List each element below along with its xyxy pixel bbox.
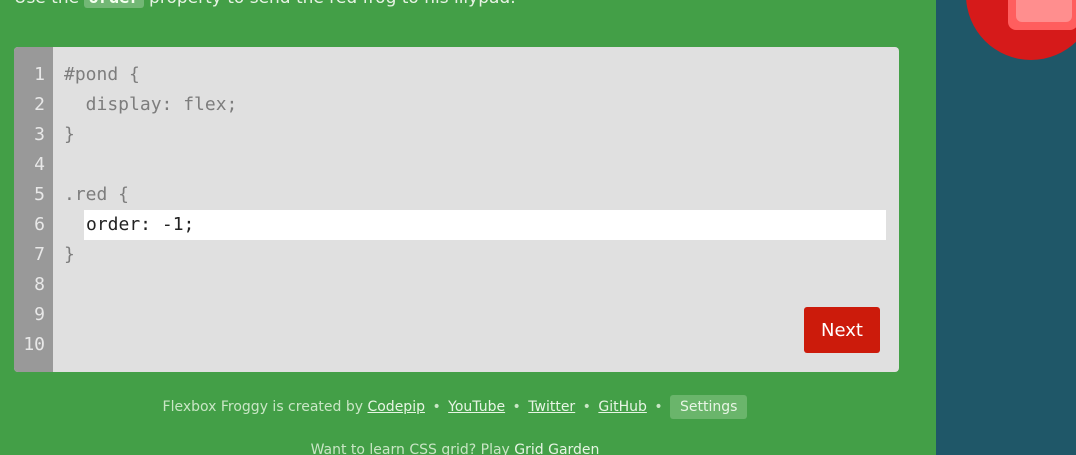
line-number: 1	[34, 64, 45, 85]
footer-bullet: •	[582, 399, 591, 415]
settings-button[interactable]: Settings	[670, 395, 748, 419]
line-number: 8	[34, 274, 45, 295]
line-number: 3	[34, 124, 45, 145]
code-line: }	[64, 244, 75, 265]
footer-bullet: •	[512, 399, 521, 415]
line-number-gutter: 1 2 3 4 5 6 7 8 9 10	[14, 47, 53, 372]
instruction-prefix: Use the	[14, 0, 84, 8]
footer2-text: Want to learn CSS grid? Play	[310, 442, 515, 455]
github-link[interactable]: GitHub	[598, 399, 647, 415]
line-number: 9	[34, 304, 45, 325]
youtube-link[interactable]: YouTube	[448, 399, 505, 415]
sidebar-panel: Use the order property to send the red f…	[0, 0, 936, 455]
line-number: 10	[23, 334, 45, 355]
code-line: display: flex;	[64, 94, 238, 115]
codepip-link[interactable]: Codepip	[367, 399, 425, 415]
line-number: 4	[34, 154, 45, 175]
line-number: 5	[34, 184, 45, 205]
app-root: Use the order property to send the red f…	[0, 0, 1076, 455]
instruction-code: order	[84, 0, 144, 8]
footer-bullet: •	[432, 399, 441, 415]
grid-garden-link[interactable]: Grid Garden	[514, 442, 599, 455]
code-line: #pond {	[64, 64, 140, 85]
next-button[interactable]: Next	[804, 307, 880, 353]
code-editor: 1 2 3 4 5 6 7 8 9 10 #pond { display: fl…	[14, 47, 899, 372]
twitter-link[interactable]: Twitter	[528, 399, 575, 415]
line-number: 6	[34, 214, 45, 235]
footer-credits: Flexbox Froggy is created by Codepip • Y…	[0, 395, 910, 419]
board-panel	[936, 0, 1076, 455]
footer-bullet: •	[654, 399, 663, 415]
footer-created-by: Flexbox Froggy is created by	[162, 399, 364, 415]
line-number: 7	[34, 244, 45, 265]
instruction-suffix: property to send the red frog to his lil…	[144, 0, 516, 8]
code-answer-input[interactable]	[84, 210, 886, 240]
instruction-text: Use the order property to send the red f…	[14, 0, 516, 8]
line-number: 2	[34, 94, 45, 115]
code-line: .red {	[64, 184, 130, 205]
frog-highlight	[1016, 0, 1072, 22]
code-line: }	[64, 124, 75, 145]
footer-grid-garden: Want to learn CSS grid? Play Grid Garden	[0, 440, 910, 455]
